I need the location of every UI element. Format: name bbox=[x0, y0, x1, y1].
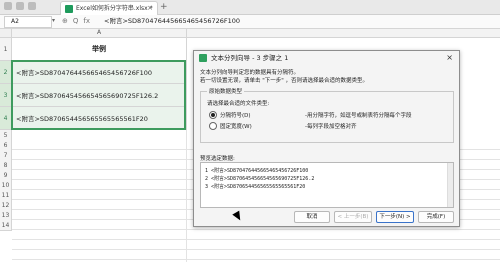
data-cell[interactable]: <附言>SD870645456654565690725F126.2 bbox=[12, 84, 187, 107]
column-header-rest bbox=[187, 29, 500, 38]
zoom-icon[interactable]: ⊕ bbox=[62, 16, 68, 27]
radio-description: -每列字段加空格对齐 bbox=[305, 124, 357, 130]
radio-icon[interactable] bbox=[209, 122, 217, 130]
chevron-down-icon[interactable]: ▾ bbox=[52, 17, 55, 24]
radio-description: -用分隔字符，如逗号或制表符分隔每个字段 bbox=[305, 113, 412, 119]
search-icon[interactable]: Q bbox=[73, 16, 79, 27]
row-header[interactable]: 1 bbox=[0, 38, 12, 61]
group-legend: 原始数据类型 bbox=[207, 87, 245, 95]
fx-icon[interactable]: fx bbox=[83, 16, 90, 27]
data-cell[interactable]: <附言>SD870476445665465456726F100 bbox=[12, 61, 187, 84]
excel-file-icon bbox=[65, 4, 73, 13]
grid-line bbox=[12, 239, 500, 240]
group-prompt: 请选择最合适的文件类型: bbox=[207, 101, 270, 107]
radio-fixed-width[interactable]: 固定宽度(W) bbox=[209, 122, 252, 130]
window-control-icon[interactable] bbox=[4, 2, 12, 10]
window-control-icon[interactable] bbox=[28, 2, 36, 10]
grid-line bbox=[12, 249, 500, 250]
grid-line bbox=[12, 229, 500, 230]
finish-button[interactable]: 完成(F) bbox=[418, 211, 454, 223]
intro-text: 文本分列向导判定您的数据具有分隔符。 bbox=[200, 70, 300, 76]
file-tab-label: Excel如何拆分字符串.xlsx * bbox=[76, 5, 153, 12]
close-icon[interactable]: × bbox=[446, 51, 453, 65]
row-header[interactable]: 3 bbox=[0, 84, 12, 107]
preview-box[interactable]: 1 <附言>SD870476445665465456726F100 2 <附言>… bbox=[200, 162, 454, 208]
window-controls bbox=[4, 2, 36, 10]
name-box[interactable]: A2 bbox=[4, 16, 52, 28]
text-to-columns-dialog: 文本分列向导 - 3 步骤之 1 × 文本分列向导判定您的数据具有分隔符。 若一… bbox=[193, 50, 460, 227]
row-header[interactable]: 2 bbox=[0, 61, 12, 84]
grid-line bbox=[12, 259, 500, 260]
preview-row: 2 <附言>SD870645456654565690725F126.2 bbox=[205, 176, 315, 182]
radio-label: 固定宽度(W) bbox=[220, 124, 252, 130]
next-button[interactable]: 下一步(N) > bbox=[376, 211, 414, 223]
app-icon bbox=[199, 54, 207, 62]
formula-buttons: ⊕ Q fx bbox=[62, 16, 90, 27]
formula-input[interactable]: <附言>SD870476445665465456726F100 bbox=[104, 15, 240, 28]
formula-bar: A2 ▾ ⊕ Q fx <附言>SD870476445665465456726F… bbox=[0, 15, 500, 29]
cancel-button[interactable]: 取消 bbox=[294, 211, 330, 223]
header-cell[interactable]: 举例 bbox=[12, 38, 187, 61]
back-button[interactable]: < 上一步(B) bbox=[334, 211, 372, 223]
preview-row: 1 <附言>SD870476445665465456726F100 bbox=[205, 168, 309, 174]
close-icon[interactable]: × bbox=[147, 2, 153, 15]
row-header[interactable]: 14 bbox=[0, 220, 12, 231]
data-type-group: 原始数据类型 请选择最合适的文件类型: 分隔符号(D) -用分隔字符，如逗号或制… bbox=[200, 87, 454, 143]
add-tab-button[interactable]: + bbox=[160, 1, 168, 13]
select-all-corner[interactable] bbox=[0, 29, 12, 38]
dialog-title: 文本分列向导 - 3 步骤之 1 bbox=[211, 54, 289, 62]
tab-bar: Excel如何拆分字符串.xlsx * × + bbox=[0, 0, 500, 15]
row-header[interactable]: 4 bbox=[0, 107, 12, 130]
radio-delimited[interactable]: 分隔符号(D) bbox=[209, 111, 251, 119]
dialog-title-bar[interactable]: 文本分列向导 - 3 步骤之 1 × bbox=[194, 51, 459, 65]
column-header-a[interactable]: A bbox=[12, 29, 187, 38]
file-tab[interactable]: Excel如何拆分字符串.xlsx * × bbox=[60, 1, 158, 15]
data-cell[interactable]: <附言>SD870654456565565565561F20 bbox=[12, 107, 187, 130]
scrollbar[interactable] bbox=[447, 163, 453, 207]
intro-text: 若一切设置无误，请单击 "下一步" ，否则请选择最合适的数据类型。 bbox=[200, 78, 369, 84]
window-control-icon[interactable] bbox=[16, 2, 24, 10]
radio-label: 分隔符号(D) bbox=[220, 113, 251, 119]
preview-label: 预览选定数据: bbox=[200, 156, 235, 162]
radio-icon[interactable] bbox=[209, 111, 217, 119]
preview-row: 3 <附言>SD870654456565565565561F20 bbox=[205, 184, 306, 190]
